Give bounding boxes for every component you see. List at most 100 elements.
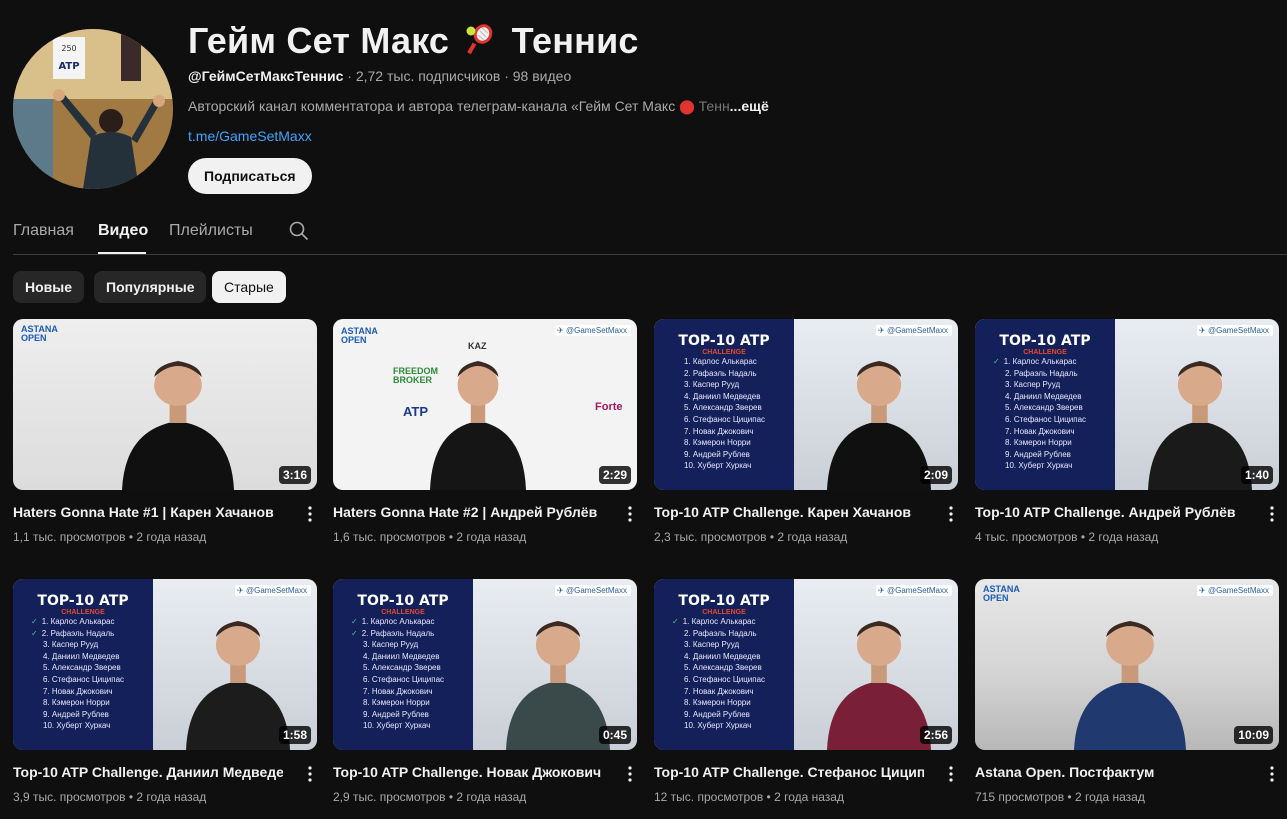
ranking-item: 3. Каспер Рууд bbox=[684, 380, 740, 390]
video-title[interactable]: Haters Gonna Hate #1 | Карен Хачанов bbox=[13, 504, 283, 520]
ranking-panel: TOP-10 ATPCHALLENGE1. Карлос Алькарас2. … bbox=[13, 579, 153, 750]
ranking-title: TOP-10 ATP bbox=[678, 333, 770, 349]
meta-separator: · bbox=[347, 68, 356, 84]
video-card[interactable]: ASTANA OPEN FREEDOM BROKER ATP KAZ Forte ✈ @G… bbox=[333, 319, 637, 544]
ranking-item: 1. Карлос Алькарас bbox=[1004, 356, 1086, 368]
more-options-icon[interactable] bbox=[944, 505, 958, 523]
video-title[interactable]: Top-10 ATP Challenge. Карен Хачанов bbox=[654, 504, 924, 520]
svg-text:ATP: ATP bbox=[58, 61, 79, 72]
ranking-item: 4. Даниил Медведев bbox=[684, 391, 761, 401]
thumbnail-person bbox=[814, 319, 944, 490]
subscriber-count: 2,72 тыс. подписчиков bbox=[355, 68, 501, 84]
video-title[interactable]: Astana Open. Постфактум bbox=[975, 764, 1245, 780]
upload-age: 2 года назад bbox=[1088, 530, 1159, 544]
tab-videos[interactable]: Видео bbox=[98, 222, 148, 240]
ranking-subtitle: CHALLENGE bbox=[1023, 349, 1067, 356]
stats-separator: • bbox=[445, 530, 457, 544]
channel-handle[interactable]: @ГеймСетМаксТеннис bbox=[188, 68, 343, 84]
more-options-icon[interactable] bbox=[1265, 765, 1279, 783]
upload-age: 2 года назад bbox=[136, 790, 207, 804]
svg-text:250: 250 bbox=[61, 44, 76, 53]
ranking-list: 1. Карлос Алькарас2. Рафаэль Надаль3. Ка… bbox=[683, 616, 766, 732]
more-options-icon[interactable] bbox=[623, 765, 637, 783]
ranking-title: TOP-10 ATP bbox=[678, 593, 770, 609]
video-card[interactable]: TOP-10 ATPCHALLENGE1. Карлос Алькарас2. … bbox=[333, 579, 637, 804]
ranking-item: 2. Рафаэль Надаль bbox=[684, 628, 757, 638]
upload-age: 2 года назад bbox=[456, 530, 527, 544]
video-thumbnail[interactable]: TOP-10 ATPCHALLENGE1. Карлос Алькарас2. … bbox=[654, 579, 958, 750]
astana-open-logo: ASTANA OPEN bbox=[21, 324, 58, 343]
chip-oldest[interactable]: Старые bbox=[212, 271, 286, 303]
description-more-link[interactable]: ...ещё bbox=[730, 98, 769, 114]
ranking-item: 7. Новак Джокович bbox=[43, 686, 113, 696]
telegram-handle-tag: ✈ @GameSetMaxx bbox=[555, 325, 631, 336]
video-duration: 1:58 bbox=[278, 726, 311, 744]
video-title[interactable]: Top-10 ATP Challenge. Андрей Рублёв bbox=[975, 504, 1245, 520]
video-thumbnail[interactable]: ASTANA OPEN FREEDOM BROKER ATP KAZ Forte ✈ @G… bbox=[333, 319, 637, 490]
more-options-icon[interactable] bbox=[1265, 505, 1279, 523]
channel-description[interactable]: Авторский канал комментатора и автора те… bbox=[188, 98, 769, 115]
ranking-item: 9. Андрей Рублев bbox=[684, 709, 750, 719]
ranking-item: 2. Рафаэль Надаль bbox=[42, 628, 124, 640]
subscribe-button[interactable]: Подписаться bbox=[188, 158, 312, 194]
chip-newest[interactable]: Новые bbox=[13, 271, 85, 303]
video-title[interactable]: Top-10 ATP Challenge. Даниил Медведев bbox=[13, 764, 283, 780]
upload-age: 2 года назад bbox=[774, 790, 844, 804]
ranking-item: 8. Кэмерон Норри bbox=[43, 698, 110, 708]
thumbnail-person bbox=[1060, 579, 1200, 750]
ranking-list: 1. Карлос Алькарас 2. Рафаэль Надаль 3. Ка… bbox=[684, 356, 765, 472]
video-card[interactable]: ASTANA OPEN ✈ @GameSetMaxx 10:09 Astana Op… bbox=[975, 579, 1279, 804]
ranking-item: 8. Кэмерон Норри bbox=[363, 698, 430, 708]
channel-link[interactable]: t.me/GameSetMaxx bbox=[188, 128, 312, 144]
ranking-item: 6. Стефанос Циципас bbox=[684, 414, 766, 424]
video-duration: 2:56 bbox=[919, 726, 952, 744]
thumbnail-person bbox=[173, 579, 303, 750]
video-card[interactable]: TOP-10 ATPCHALLENGE1. Карлос Алькарас2. … bbox=[975, 319, 1279, 544]
view-count: 715 просмотров bbox=[975, 790, 1065, 804]
ranking-item: 3. Каспер Рууд bbox=[363, 640, 419, 650]
astana-open-logo: ASTANA OPEN bbox=[341, 326, 378, 345]
more-options-icon[interactable] bbox=[944, 765, 958, 783]
video-stats: 1,6 тыс. просмотров • 2 года назад bbox=[333, 530, 526, 544]
more-options-icon[interactable] bbox=[303, 505, 317, 523]
ranking-item: 3. Каспер Рууд bbox=[1005, 380, 1061, 390]
description-text: Авторский канал комментатора и автора те… bbox=[188, 98, 676, 114]
video-stats: 2,9 тыс. просмотров • 2 года назад bbox=[333, 790, 526, 804]
search-icon[interactable] bbox=[289, 221, 309, 241]
ranking-item: 7. Новак Джокович bbox=[363, 686, 433, 696]
more-options-icon[interactable] bbox=[623, 505, 637, 523]
ranking-item: 6. Стефанос Циципас bbox=[684, 674, 766, 684]
ranking-item: 7. Новак Джокович bbox=[1005, 426, 1075, 436]
forte-logo: Forte bbox=[595, 401, 623, 413]
ranking-item: 4. Даниил Медведев bbox=[363, 651, 440, 661]
video-card[interactable]: TOP-10 ATPCHALLENGE1. Карлос Алькарас2. … bbox=[13, 579, 317, 804]
ranking-item: 1. Карлос Алькарас bbox=[684, 357, 757, 366]
chip-popular[interactable]: Популярные bbox=[94, 271, 207, 303]
channel-avatar[interactable]: 250 ATP bbox=[13, 29, 173, 189]
video-count: 98 видео bbox=[512, 68, 572, 84]
video-thumbnail[interactable]: ASTANA OPEN 3:16 bbox=[13, 319, 317, 490]
video-title[interactable]: Top-10 ATP Challenge. Новак Джокович bbox=[333, 764, 603, 780]
ranking-item: 8. Кэмерон Норри bbox=[684, 698, 751, 708]
tab-home[interactable]: Главная bbox=[13, 222, 74, 240]
video-thumbnail[interactable]: TOP-10 ATPCHALLENGE1. Карлос Алькарас2. … bbox=[13, 579, 317, 750]
ranking-item: 2. Рафаэль Надаль bbox=[684, 368, 757, 378]
video-title[interactable]: Haters Gonna Hate #2 | Андрей Рублёв bbox=[333, 504, 603, 520]
view-count: 4 тыс. просмотров bbox=[975, 530, 1078, 544]
video-thumbnail[interactable]: TOP-10 ATPCHALLENGE1. Карлос Алькарас 2. … bbox=[654, 319, 958, 490]
tennis-racket-small-icon: ⬤ bbox=[679, 98, 699, 114]
video-card[interactable]: TOP-10 ATPCHALLENGE1. Карлос Алькарас2. … bbox=[654, 579, 958, 804]
video-thumbnail[interactable]: TOP-10 ATPCHALLENGE1. Карлос Алькарас2. … bbox=[975, 319, 1279, 490]
channel-page: 250 ATP Гейм Сет Макс Теннис @ГеймСетМак… bbox=[0, 0, 1287, 819]
video-title[interactable]: Top-10 ATP Challenge. Стефанос Циципас bbox=[654, 764, 924, 780]
video-card[interactable]: TOP-10 ATPCHALLENGE1. Карлос Алькарас 2. … bbox=[654, 319, 958, 544]
ranking-item: 9. Андрей Рублев bbox=[43, 709, 109, 719]
more-options-icon[interactable] bbox=[303, 765, 317, 783]
ranking-subtitle: CHALLENGE bbox=[702, 349, 746, 356]
tab-playlists[interactable]: Плейлисты bbox=[169, 222, 253, 240]
video-thumbnail[interactable]: TOP-10 ATPCHALLENGE1. Карлос Алькарас2. … bbox=[333, 579, 637, 750]
video-card[interactable]: ASTANA OPEN 3:16 Haters Gonna Hate #1 | К… bbox=[13, 319, 317, 544]
video-thumbnail[interactable]: ASTANA OPEN ✈ @GameSetMaxx 10:09 bbox=[975, 579, 1279, 750]
ranking-item: 3. Каспер Рууд bbox=[43, 640, 99, 650]
ranking-item: 9. Андрей Рублев bbox=[684, 449, 750, 459]
